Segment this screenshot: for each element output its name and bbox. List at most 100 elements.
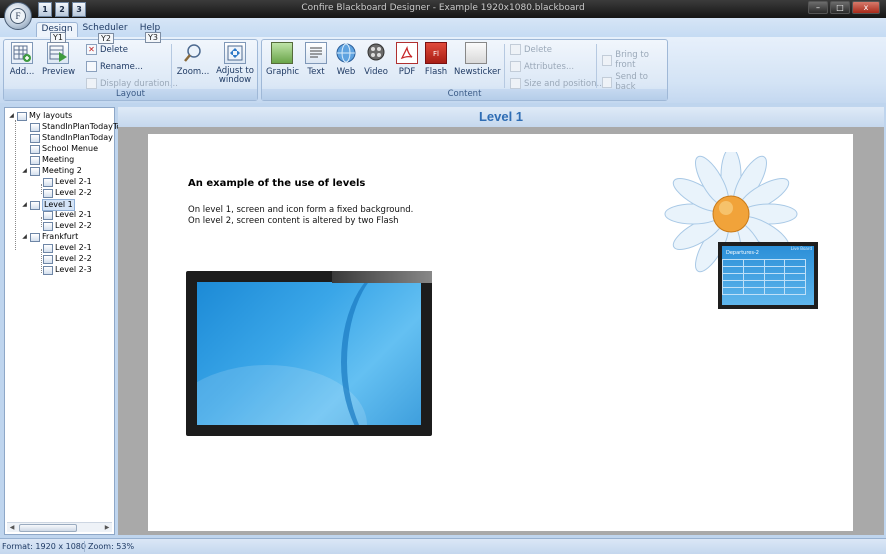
canvas-text-line-1[interactable]: On level 1, screen and icon form a fixed… — [188, 205, 413, 215]
zoom-button[interactable]: Zoom... — [176, 42, 210, 77]
newsticker-button[interactable]: Newsticker — [454, 42, 501, 77]
tree-expander-icon[interactable]: ◢ — [8, 111, 15, 121]
content-group: Graphic Text Web Video PDF Fl Flash News… — [261, 39, 668, 101]
size-position-label: Size and position... — [524, 78, 605, 89]
layout-canvas[interactable]: An example of the use of levels On level… — [148, 134, 853, 531]
tree-item-label: Level 2-2 — [55, 254, 92, 263]
window-title: Confire Blackboard Designer - Example 19… — [301, 3, 585, 13]
rename-icon — [86, 61, 97, 72]
tree-expander-icon[interactable]: ◢ — [21, 166, 28, 176]
tree-item[interactable]: StandInPlanToday — [21, 133, 113, 143]
tree-item-label: Level 2-2 — [55, 188, 92, 197]
text-document-icon — [305, 42, 327, 64]
flash-button[interactable]: Fl Flash — [424, 42, 448, 77]
layout-group-label: Layout — [4, 89, 257, 100]
departure-board-title: Departures-2 — [726, 250, 759, 256]
add-label: Add... — [9, 67, 35, 77]
newsticker-icon — [465, 42, 487, 64]
attributes-button[interactable]: Attributes... — [510, 61, 574, 72]
quick-access-3[interactable]: 3 — [72, 2, 86, 17]
departure-board-graphic[interactable]: Departures-2 Live Board — [718, 242, 818, 309]
tree-item[interactable]: School Menue — [21, 144, 98, 154]
graphic-image-icon — [271, 42, 293, 64]
layout-node-icon — [30, 166, 40, 176]
layout-node-icon — [30, 155, 40, 165]
layout-node-icon — [30, 144, 40, 154]
tree-expander-icon[interactable]: ◢ — [21, 232, 28, 242]
quick-access-2[interactable]: 2 — [55, 2, 69, 17]
pdf-file-icon — [396, 42, 418, 64]
tree-item[interactable]: ◢ Meeting 2 — [21, 166, 82, 176]
layout-node-icon — [43, 210, 53, 220]
delete-layout-button[interactable]: ✕ Delete — [86, 44, 128, 55]
tree-item[interactable]: Level 2-1 — [34, 210, 92, 220]
send-back-icon — [602, 76, 613, 88]
rename-button[interactable]: Rename... — [86, 61, 143, 72]
tree-item-label: Meeting 2 — [42, 166, 82, 175]
layout-node-icon — [17, 111, 27, 121]
scroll-left-icon[interactable]: ◀ — [7, 523, 17, 533]
delete-icon — [510, 44, 521, 55]
tree-horizontal-scrollbar[interactable]: ◀ ▶ — [7, 522, 112, 532]
canvas-text-line-2[interactable]: On level 2, screen content is altered by… — [188, 216, 399, 226]
tree-item[interactable]: Level 2-2 — [34, 221, 92, 231]
scroll-right-icon[interactable]: ▶ — [102, 523, 112, 533]
video-button[interactable]: Video — [363, 42, 389, 77]
close-button[interactable]: x — [852, 1, 880, 14]
separator — [504, 44, 505, 88]
title-bar: Confire Blackboard Designer - Example 19… — [0, 0, 886, 18]
status-divider — [84, 541, 85, 552]
tree-item-label: My layouts — [29, 111, 73, 120]
globe-icon — [335, 42, 357, 64]
size-position-button[interactable]: Size and position... — [510, 78, 605, 89]
preview-button[interactable]: Preview — [42, 42, 75, 77]
tree-item[interactable]: ◢ My layouts — [8, 111, 72, 121]
web-label: Web — [336, 67, 356, 77]
screen-graphic[interactable] — [186, 271, 432, 436]
graphic-button[interactable]: Graphic — [266, 42, 300, 77]
display-duration-button[interactable]: Display duration... — [86, 78, 178, 89]
tree-item[interactable]: Meeting — [21, 155, 74, 165]
pdf-button[interactable]: PDF — [395, 42, 419, 77]
scroll-thumb[interactable] — [19, 524, 77, 532]
tree-item[interactable]: Level 2-2 — [34, 188, 92, 198]
tree-item-label: Level 2-3 — [55, 265, 92, 274]
keytip-help: Y3 — [145, 32, 161, 43]
adjust-to-window-button[interactable]: Adjust to window — [214, 42, 256, 85]
add-grid-icon — [11, 42, 33, 64]
layout-node-icon — [30, 200, 40, 210]
maximize-button[interactable]: □ — [830, 1, 850, 14]
status-format: Format: 1920 x 1080 — [2, 542, 86, 551]
delete-content-button[interactable]: Delete — [510, 44, 552, 55]
tree-item-label: Meeting — [42, 155, 75, 164]
tree-item[interactable]: Level 2-2 — [34, 254, 92, 264]
graphic-label: Graphic — [266, 67, 300, 77]
display-duration-label: Display duration... — [100, 78, 178, 89]
canvas-heading[interactable]: An example of the use of levels — [188, 178, 365, 189]
tree-item[interactable]: StandInPlanTodayTo — [21, 122, 121, 132]
layout-node-icon — [43, 177, 53, 187]
tree-expander-icon[interactable]: ◢ — [21, 200, 28, 210]
layout-node-icon — [30, 232, 40, 242]
tree-item[interactable]: Level 2-1 — [34, 177, 92, 187]
keytip-design: Y1 — [50, 32, 66, 43]
duration-icon — [86, 78, 97, 89]
tree-item-label: StandInPlanTodayTo — [42, 122, 122, 131]
quick-access-toolbar: 1 2 3 — [38, 2, 86, 17]
quick-access-1[interactable]: 1 — [38, 2, 52, 17]
tree-item[interactable]: ◢ Frankfurt — [21, 232, 78, 242]
screen-display — [197, 282, 421, 425]
tree-item[interactable]: Level 2-1 — [34, 243, 92, 253]
tree-item-label: StandInPlanToday — [42, 133, 113, 142]
bring-to-front-button[interactable]: Bring to front — [602, 50, 667, 70]
tree-item[interactable]: Level 2-3 — [34, 265, 92, 275]
web-button[interactable]: Web — [334, 42, 358, 77]
text-label: Text — [307, 67, 325, 77]
minimize-button[interactable]: – — [808, 1, 828, 14]
add-layout-button[interactable]: Add... — [8, 42, 36, 77]
flash-file-icon: Fl — [425, 42, 447, 64]
application-menu-button[interactable]: F — [4, 2, 32, 30]
screen-gloss — [332, 271, 432, 283]
size-position-icon — [510, 78, 521, 89]
text-button[interactable]: Text — [304, 42, 328, 77]
